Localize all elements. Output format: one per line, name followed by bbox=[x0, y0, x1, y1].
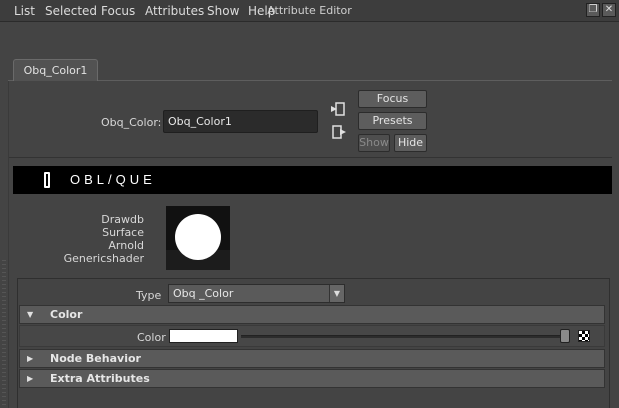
menu-bar bbox=[0, 22, 619, 44]
expanded-triangle-icon: ▼ bbox=[27, 310, 34, 319]
show-button[interactable]: Show bbox=[358, 134, 390, 152]
focus-button[interactable]: Focus bbox=[358, 90, 427, 108]
input-connection-icon[interactable] bbox=[330, 102, 346, 116]
divider bbox=[9, 157, 612, 158]
classification-arnold: Arnold bbox=[108, 239, 144, 252]
output-connection-icon[interactable] bbox=[332, 125, 348, 139]
section-extra-attributes-header[interactable]: ▶ Extra Attributes bbox=[19, 369, 605, 388]
type-label: Type bbox=[136, 289, 162, 302]
menu-selected[interactable]: Selected bbox=[45, 4, 97, 18]
section-node-behavior-header[interactable]: ▶ Node Behavior bbox=[19, 349, 605, 368]
classification-surface: Surface bbox=[102, 226, 144, 239]
checker-map-icon[interactable] bbox=[578, 330, 590, 342]
node-name-label: Obq_Color: bbox=[101, 116, 162, 129]
menu-show[interactable]: Show bbox=[207, 4, 239, 18]
banner-logo-text: OBL/QUE bbox=[70, 172, 156, 187]
oblique-logo-icon bbox=[44, 172, 50, 188]
restore-icon[interactable]: ❐ bbox=[586, 3, 600, 17]
resize-grip[interactable] bbox=[2, 260, 6, 408]
swatch-sphere bbox=[175, 214, 221, 260]
classification-drawdb: Drawdb bbox=[101, 213, 144, 226]
color-swatch[interactable] bbox=[169, 329, 238, 343]
chevron-down-icon[interactable]: ▼ bbox=[329, 285, 344, 302]
menu-help[interactable]: Help bbox=[248, 4, 275, 18]
node-name-field[interactable]: Obq_Color1 bbox=[163, 110, 318, 133]
section-node-behavior-title: Node Behavior bbox=[50, 352, 141, 365]
section-extra-attributes-title: Extra Attributes bbox=[50, 372, 150, 385]
section-color-header[interactable]: ▼ Color bbox=[19, 305, 605, 324]
collapsed-triangle-icon: ▶ bbox=[27, 354, 34, 363]
hide-button[interactable]: Hide bbox=[394, 134, 427, 152]
section-color-title: Color bbox=[50, 308, 83, 321]
menu-focus[interactable]: Focus bbox=[101, 4, 135, 18]
color-slider-handle[interactable] bbox=[560, 329, 570, 343]
color-slider-track[interactable] bbox=[241, 335, 568, 338]
menu-attributes[interactable]: Attributes bbox=[145, 4, 204, 18]
close-icon[interactable]: ✕ bbox=[602, 3, 616, 17]
type-dropdown[interactable]: Obq _Color bbox=[168, 284, 345, 303]
color-attr-label: Color bbox=[137, 331, 166, 344]
presets-button[interactable]: Presets bbox=[358, 112, 427, 130]
collapsed-triangle-icon: ▶ bbox=[27, 374, 34, 383]
menu-list[interactable]: List bbox=[14, 4, 35, 18]
tab-obq-color1[interactable]: Obq_Color1 bbox=[13, 59, 98, 81]
material-swatch-preview[interactable] bbox=[166, 206, 230, 270]
classification-genericshader: Genericshader bbox=[63, 252, 144, 265]
